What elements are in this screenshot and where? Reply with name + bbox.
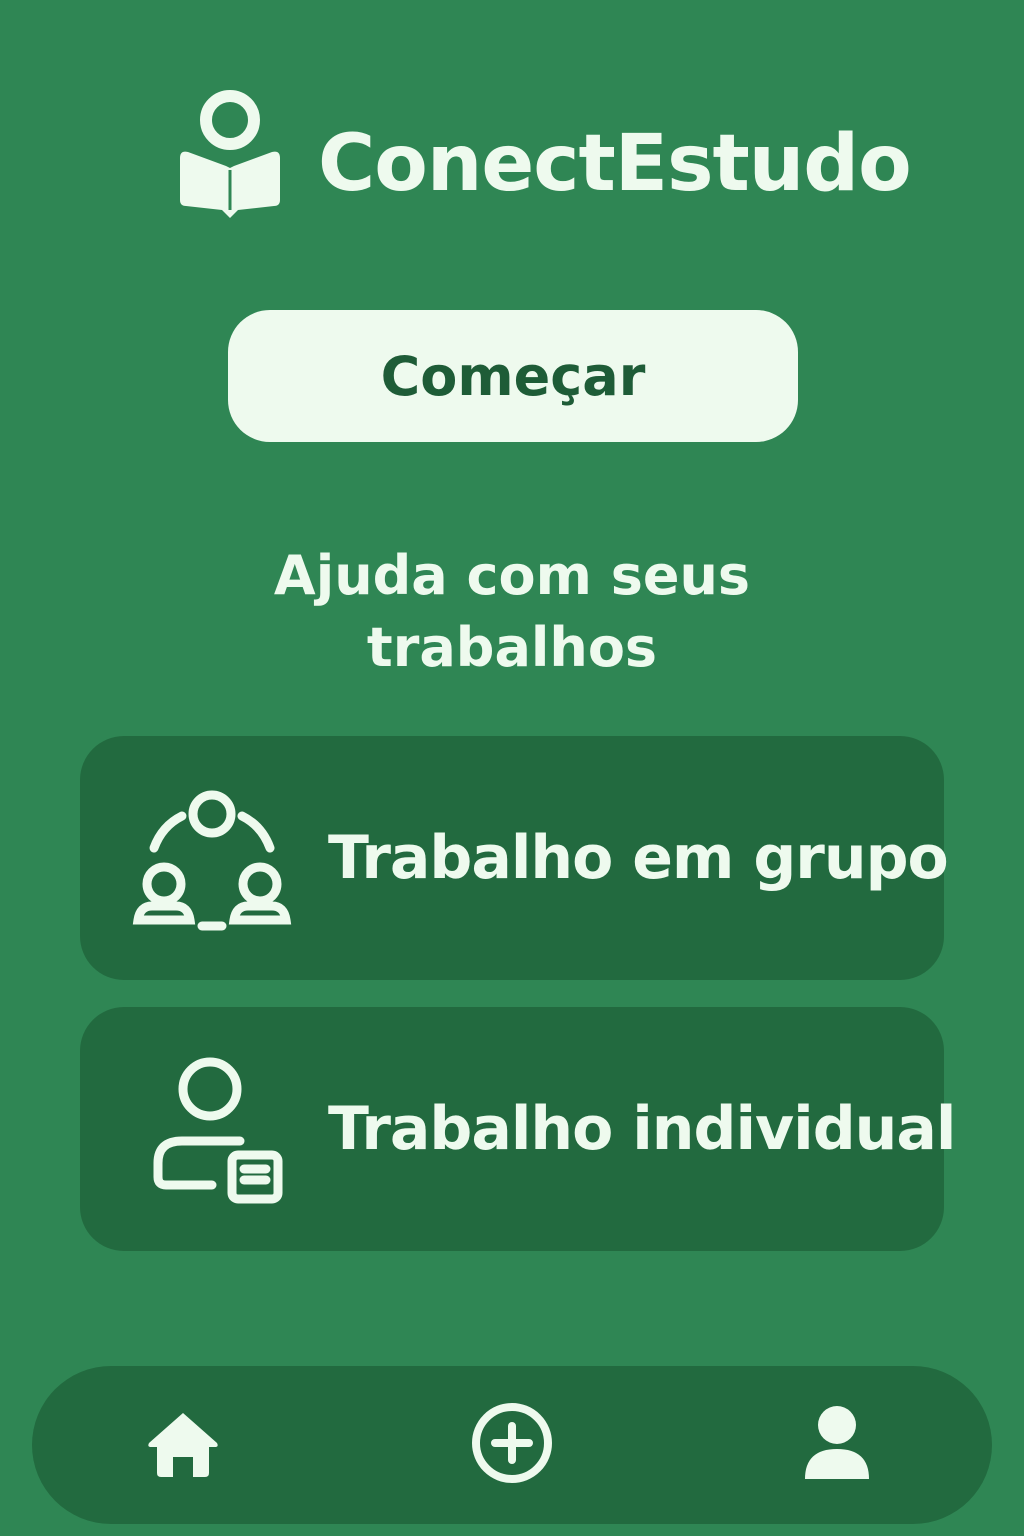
start-button[interactable]: Começar: [228, 310, 798, 442]
app-screen: ConectEstudo Começar Ajuda com seus trab…: [0, 0, 1024, 1536]
individual-work-label: Trabalho individual: [328, 1094, 956, 1164]
subtitle: Ajuda com seus trabalhos: [273, 544, 751, 679]
person-reading-book-icon: [176, 86, 284, 220]
app-title: ConectEstudo: [318, 119, 912, 209]
home-icon: [147, 1407, 219, 1483]
profile-icon: [801, 1405, 873, 1485]
individual-work-card[interactable]: Trabalho individual: [80, 1007, 956, 1251]
header: ConectEstudo: [0, 78, 1024, 228]
person-document-icon: [132, 1055, 292, 1205]
nav-home-button[interactable]: [138, 1400, 228, 1490]
nav-add-button[interactable]: [467, 1400, 557, 1490]
group-work-card[interactable]: Trabalho em grupo: [80, 736, 949, 980]
bottom-navigation: [32, 1366, 992, 1524]
nav-profile-button[interactable]: [792, 1400, 882, 1490]
group-icon: [132, 784, 292, 934]
group-work-label: Trabalho em grupo: [328, 823, 949, 893]
add-circle-icon: [469, 1400, 555, 1490]
